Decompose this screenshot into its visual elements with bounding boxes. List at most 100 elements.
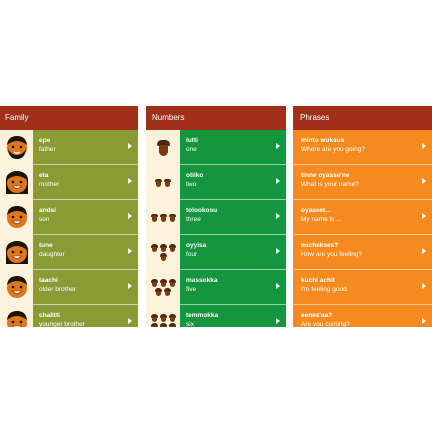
face-son-icon: [6, 205, 27, 228]
family-translation: older brother: [39, 286, 76, 293]
numbers-row-text: otiiko two: [186, 171, 203, 190]
family-row-text: chalitti younger brother: [39, 311, 85, 327]
phrases-translation: Where are you going?: [301, 146, 365, 153]
phrases-row[interactable]: kuchi achit I'm feeling good.: [293, 270, 432, 305]
family-word: chalitti: [39, 312, 60, 319]
numbers-row-image: [146, 305, 180, 327]
phrases-row-text: eenes'aa? Are you coming?: [301, 311, 350, 327]
numbers-row-image: [146, 130, 180, 165]
face-daughter-icon: [5, 240, 28, 264]
numbers-row[interactable]: massokka five: [146, 270, 286, 305]
phrases-row[interactable]: tinne oyasse'ne What is your name?: [293, 165, 432, 200]
acorn-icon: [168, 244, 176, 252]
acorn-icon: [168, 213, 176, 222]
family-word: epe: [39, 137, 51, 144]
numbers-word: temmokka: [186, 312, 219, 319]
phrases-word: minto wuksus: [301, 137, 345, 144]
acorn-icon: [168, 314, 176, 322]
family-row-image: [0, 235, 33, 270]
numbers-row[interactable]: temmokka six: [146, 305, 286, 327]
numbers-row-text: oyyisa four: [186, 241, 206, 260]
phrases-word: michekses?: [301, 242, 339, 249]
family-word: andsi: [39, 207, 56, 214]
phrases-row[interactable]: michekses? How are you feeling?: [293, 235, 432, 270]
chevron-right-icon: [128, 213, 132, 219]
acorn-icon: [159, 279, 167, 287]
acorn-icon: [168, 279, 176, 287]
phrases-row-text: oyaaset... My name is ...: [301, 206, 341, 225]
family-row-image: [0, 305, 33, 327]
acorn-icon: [159, 323, 167, 327]
numbers-row-image: [146, 270, 180, 305]
acorn-icon: [156, 139, 170, 156]
acorn-icon: [150, 314, 158, 322]
phrases-list: minto wuksus Where are you going? tinne oy…: [293, 130, 432, 327]
chevron-right-icon: [276, 178, 280, 184]
numbers-header: Numbers: [146, 106, 286, 130]
phrases-row[interactable]: oyaaset... My name is ...: [293, 200, 432, 235]
family-row-image: [0, 200, 33, 235]
face-older-brother-icon: [6, 275, 27, 298]
chevron-right-icon: [422, 213, 426, 219]
family-row[interactable]: eta mother: [0, 165, 138, 200]
numbers-word: lutti: [186, 137, 198, 144]
acorn-icon: [159, 253, 167, 261]
chevron-right-icon: [128, 283, 132, 289]
numbers-list: lutti one otiiko two tolookosu three oyyisa fou…: [146, 130, 286, 327]
phrases-translation: How are you feeling?: [301, 251, 363, 258]
phrases-word: kuchi achit: [301, 277, 335, 284]
family-row-text: taachi older brother: [39, 276, 76, 295]
family-row-image: [0, 165, 33, 200]
phrases-panel: Phrases minto wuksus Where are you going?…: [293, 106, 432, 327]
phrases-row[interactable]: eenes'aa? Are you coming?: [293, 305, 432, 327]
numbers-translation: one: [186, 146, 197, 153]
numbers-translation: four: [186, 251, 198, 258]
family-row[interactable]: taachi older brother: [0, 270, 138, 305]
phrases-row[interactable]: minto wuksus Where are you going?: [293, 130, 432, 165]
chevron-right-icon: [422, 143, 426, 149]
family-header: Family: [0, 106, 138, 130]
phrases-row-text: kuchi achit I'm feeling good.: [301, 276, 349, 295]
family-word: tune: [39, 242, 53, 249]
chevron-right-icon: [128, 248, 132, 254]
family-translation: younger brother: [39, 321, 85, 327]
chevron-right-icon: [422, 248, 426, 254]
chevron-right-icon: [422, 283, 426, 289]
phrases-row-text: tinne oyasse'ne What is your name?: [301, 171, 359, 190]
acorn-icon: [155, 288, 162, 296]
numbers-row[interactable]: oyyisa four: [146, 235, 286, 270]
acorn-icon: [159, 244, 167, 252]
numbers-translation: three: [186, 216, 201, 223]
numbers-row-text: lutti one: [186, 136, 198, 155]
chevron-right-icon: [276, 283, 280, 289]
numbers-translation: two: [186, 181, 197, 188]
numbers-row-image: [146, 235, 180, 270]
numbers-row[interactable]: otiiko two: [146, 165, 286, 200]
family-row-text: tune daughter: [39, 241, 65, 260]
family-row[interactable]: epe father: [0, 130, 138, 165]
phrases-row-text: minto wuksus Where are you going?: [301, 136, 365, 155]
numbers-translation: six: [186, 321, 194, 327]
family-translation: mother: [39, 181, 60, 188]
numbers-panel: Numbers lutti one otiiko two tolookosu three o…: [146, 106, 286, 327]
acorn-icon: [150, 279, 158, 287]
numbers-row[interactable]: tolookosu three: [146, 200, 286, 235]
family-row[interactable]: tune daughter: [0, 235, 138, 270]
numbers-translation: five: [186, 286, 197, 293]
family-row-text: epe father: [39, 136, 56, 155]
family-word: taachi: [39, 277, 58, 284]
family-row[interactable]: andsi son: [0, 200, 138, 235]
acorn-icon: [150, 244, 158, 252]
numbers-word: tolookosu: [186, 207, 218, 214]
numbers-row-text: massokka five: [186, 276, 217, 295]
phrases-translation: My name is ...: [301, 216, 342, 223]
family-row[interactable]: chalitti younger brother: [0, 305, 138, 327]
chevron-right-icon: [276, 213, 280, 219]
numbers-row[interactable]: lutti one: [146, 130, 286, 165]
phrases-translation: I'm feeling good.: [301, 286, 349, 293]
family-translation: son: [39, 216, 50, 223]
face-younger-brother-icon: [6, 310, 27, 327]
family-row-text: eta mother: [39, 171, 59, 190]
phrases-row-text: michekses? How are you feeling?: [301, 241, 362, 260]
family-word: eta: [39, 172, 49, 179]
